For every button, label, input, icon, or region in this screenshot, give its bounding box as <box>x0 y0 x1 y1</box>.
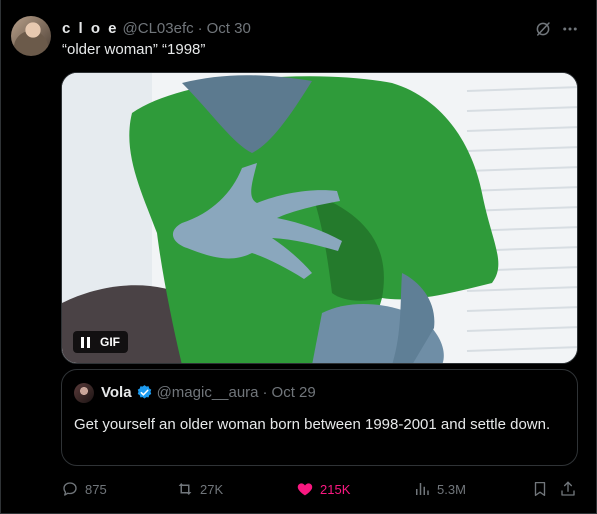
reply-count: 875 <box>85 481 107 497</box>
like-count: 215K <box>320 481 351 497</box>
action-bar: 875 27K 215K 5.3M <box>61 480 581 500</box>
gif-controls[interactable]: GIF <box>73 331 128 353</box>
grok-icon[interactable] <box>534 20 552 38</box>
heart-icon <box>297 483 313 496</box>
retweet-icon <box>178 483 192 495</box>
avatar[interactable] <box>11 16 51 56</box>
reply-icon <box>63 482 77 496</box>
views-button[interactable]: 5.3M <box>413 480 466 498</box>
views-icon <box>416 483 429 495</box>
view-count: 5.3M <box>437 481 466 497</box>
separator: · <box>262 384 268 401</box>
share-icon <box>561 481 575 496</box>
tweet-text: “older woman” “1998” <box>62 41 206 58</box>
share-button[interactable] <box>559 480 577 498</box>
gif-badge: GIF <box>100 335 120 349</box>
more-icon[interactable] <box>561 20 579 38</box>
separator: · <box>197 19 203 37</box>
quoted-header: Vola @magic__aura · Oct 29 <box>101 384 316 401</box>
retweet-count: 27K <box>200 481 224 497</box>
reply-button[interactable]: 875 <box>61 480 107 498</box>
tweet-header: c l o e @CL03efc · Oct 30 <box>62 18 251 38</box>
quoted-author-name[interactable]: Vola <box>101 384 132 401</box>
author-name[interactable]: c l o e <box>62 20 119 37</box>
gif-frame <box>62 73 577 363</box>
tweet-date[interactable]: Oct 30 <box>207 20 251 37</box>
like-button[interactable]: 215K <box>296 480 350 498</box>
pause-icon[interactable] <box>81 336 91 348</box>
verified-icon <box>136 384 153 401</box>
retweet-button[interactable]: 27K <box>176 480 223 498</box>
gif-media[interactable]: GIF <box>61 72 578 364</box>
bookmark-icon <box>534 481 546 497</box>
quoted-tweet[interactable]: Vola @magic__aura · Oct 29 Get yourself … <box>61 369 578 466</box>
quoted-text: Get yourself an older woman born between… <box>74 416 551 433</box>
quoted-date[interactable]: Oct 29 <box>272 384 316 401</box>
bookmark-button[interactable] <box>531 480 549 498</box>
tweet-container: c l o e @CL03efc · Oct 30 “older woman” … <box>0 0 597 514</box>
quoted-author-handle[interactable]: @magic__aura <box>157 384 259 401</box>
author-handle[interactable]: @CL03efc <box>123 20 194 37</box>
quoted-avatar[interactable] <box>74 383 94 403</box>
